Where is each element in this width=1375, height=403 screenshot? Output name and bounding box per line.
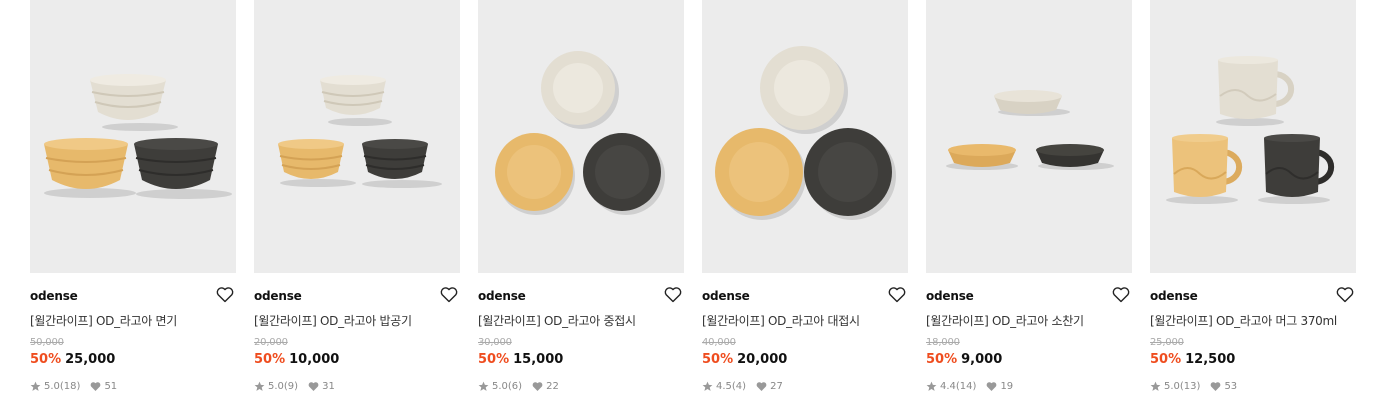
star-icon <box>926 381 937 392</box>
product-image[interactable] <box>1150 0 1356 273</box>
price-row: 50% 25,000 <box>30 352 115 367</box>
review-count: (14) <box>955 381 977 392</box>
discount-rate: 50% <box>478 352 510 367</box>
brand-name[interactable]: odense <box>702 289 750 303</box>
original-price: 25,000 <box>1150 337 1184 348</box>
wishlist-heart-icon[interactable] <box>1336 286 1354 303</box>
rating-value: 5.0 <box>44 381 60 392</box>
brand-name[interactable]: odense <box>1150 289 1198 303</box>
product-card[interactable]: odense [윌간라이프] OD_라고아 머그 370ml 25,000 50… <box>1150 0 1356 403</box>
discount-rate: 50% <box>1150 352 1182 367</box>
product-image[interactable] <box>30 0 236 273</box>
star-icon <box>478 381 489 392</box>
like-count: 19 <box>1000 381 1014 392</box>
review-count: (4) <box>731 381 747 392</box>
product-stats: 4.4 (14) 19 <box>926 381 1013 392</box>
heart-icon <box>532 381 543 392</box>
original-price: 50,000 <box>30 337 64 348</box>
star-icon <box>254 381 265 392</box>
heart-icon <box>756 381 767 392</box>
product-name[interactable]: [윌간라이프] OD_라고아 머그 370ml <box>1150 312 1337 329</box>
wishlist-heart-icon[interactable] <box>888 286 906 303</box>
star-icon <box>30 381 41 392</box>
mug-set-image <box>1166 56 1335 204</box>
wishlist-heart-icon[interactable] <box>1112 286 1130 303</box>
sale-price: 12,500 <box>1185 352 1236 367</box>
discount-rate: 50% <box>30 352 62 367</box>
like-count: 51 <box>104 381 118 392</box>
rating-value: 4.4 <box>940 381 956 392</box>
sale-price: 25,000 <box>65 352 116 367</box>
brand-name[interactable]: odense <box>254 289 302 303</box>
product-image[interactable] <box>926 0 1132 273</box>
product-name[interactable]: [윌간라이프] OD_라고아 밥공기 <box>254 312 412 329</box>
like-count: 53 <box>1224 381 1238 392</box>
product-stats: 4.5 (4) 27 <box>702 381 783 392</box>
product-card[interactable]: odense [윌간라이프] OD_라고아 소찬기 18,000 50% 9,00… <box>926 0 1132 403</box>
rating-value: 4.5 <box>716 381 732 392</box>
original-price: 20,000 <box>254 337 288 348</box>
discount-rate: 50% <box>254 352 286 367</box>
price-row: 50% 9,000 <box>926 352 1002 367</box>
discount-rate: 50% <box>926 352 958 367</box>
review-count: (9) <box>283 381 299 392</box>
product-card[interactable]: odense [윌간라이프] OD_라고아 대접시 40,000 50% 20,0… <box>702 0 908 403</box>
large-plate-set-image <box>715 46 896 220</box>
side-dish-set-image <box>946 90 1114 170</box>
price-row: 50% 10,000 <box>254 352 339 367</box>
discount-rate: 50% <box>702 352 734 367</box>
sale-price: 15,000 <box>513 352 564 367</box>
product-stats: 5.0 (13) 53 <box>1150 381 1237 392</box>
product-grid: odense [윌간라이프] OD_라고아 면기 50,000 50% 25,00… <box>0 0 1375 403</box>
product-name[interactable]: [윌간라이프] OD_라고아 면기 <box>30 312 177 329</box>
product-image[interactable] <box>478 0 684 273</box>
like-count: 27 <box>770 381 783 392</box>
product-stats: 5.0 (18) 51 <box>30 381 117 392</box>
rating-value: 5.0 <box>268 381 284 392</box>
like-count: 31 <box>322 381 335 392</box>
medium-plate-set-image <box>495 51 665 215</box>
wishlist-heart-icon[interactable] <box>664 286 682 303</box>
product-card[interactable]: odense [윌간라이프] OD_라고아 면기 50,000 50% 25,00… <box>30 0 236 403</box>
price-row: 50% 12,500 <box>1150 352 1235 367</box>
brand-name[interactable]: odense <box>926 289 974 303</box>
product-image[interactable] <box>702 0 908 273</box>
original-price: 30,000 <box>478 337 512 348</box>
product-card[interactable]: odense [윌간라이프] OD_라고아 밥공기 20,000 50% 10,0… <box>254 0 460 403</box>
rating-value: 5.0 <box>492 381 508 392</box>
rice-bowl-set-image <box>278 75 442 188</box>
like-count: 22 <box>546 381 559 392</box>
heart-icon <box>308 381 319 392</box>
product-name[interactable]: [윌간라이프] OD_라고아 중접시 <box>478 312 636 329</box>
product-stats: 5.0 (9) 31 <box>254 381 335 392</box>
star-icon <box>702 381 713 392</box>
product-stats: 5.0 (6) 22 <box>478 381 559 392</box>
review-count: (13) <box>1179 381 1201 392</box>
heart-icon <box>1210 381 1221 392</box>
review-count: (18) <box>59 381 81 392</box>
brand-name[interactable]: odense <box>478 289 526 303</box>
star-icon <box>1150 381 1161 392</box>
brand-name[interactable]: odense <box>30 289 78 303</box>
rating-value: 5.0 <box>1164 381 1180 392</box>
heart-icon <box>90 381 101 392</box>
sale-price: 10,000 <box>289 352 340 367</box>
product-card[interactable]: odense [윌간라이프] OD_라고아 중접시 30,000 50% 15,0… <box>478 0 684 403</box>
original-price: 18,000 <box>926 337 960 348</box>
bowl-set-image <box>44 74 232 199</box>
wishlist-heart-icon[interactable] <box>440 286 458 303</box>
product-name[interactable]: [윌간라이프] OD_라고아 소찬기 <box>926 312 1084 329</box>
sale-price: 9,000 <box>961 352 1003 367</box>
original-price: 40,000 <box>702 337 736 348</box>
heart-icon <box>986 381 997 392</box>
review-count: (6) <box>507 381 523 392</box>
product-name[interactable]: [윌간라이프] OD_라고아 대접시 <box>702 312 860 329</box>
product-image[interactable] <box>254 0 460 273</box>
price-row: 50% 20,000 <box>702 352 787 367</box>
sale-price: 20,000 <box>737 352 788 367</box>
wishlist-heart-icon[interactable] <box>216 286 234 303</box>
price-row: 50% 15,000 <box>478 352 563 367</box>
